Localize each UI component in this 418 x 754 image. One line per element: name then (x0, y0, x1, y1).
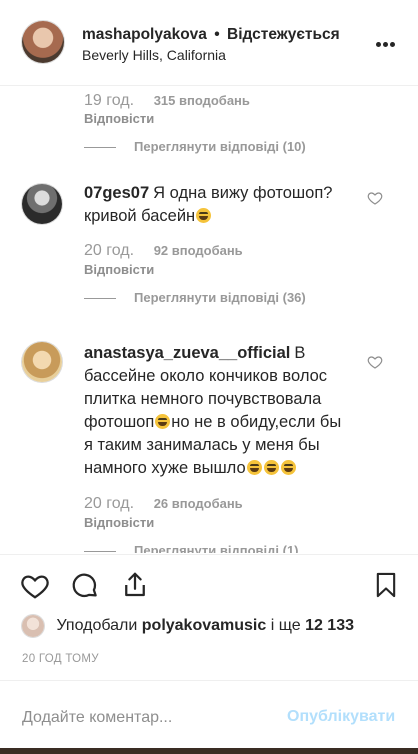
likes-count-button[interactable]: 12 133 (305, 617, 354, 634)
heart-icon[interactable] (20, 571, 50, 601)
commenter-avatar[interactable] (22, 184, 62, 224)
author-avatar[interactable] (22, 21, 64, 63)
view-replies-button[interactable]: Переглянути відповіді (36) (84, 290, 306, 305)
divider-line (84, 298, 116, 300)
comment-likes[interactable]: 26 вподобань (154, 496, 243, 511)
comment-meta: 19 год. 315 вподобань (84, 92, 250, 110)
next-post-edge (0, 748, 418, 754)
comment-input[interactable] (22, 699, 272, 737)
view-replies-label: Переглянути відповіді (36) (134, 290, 306, 305)
comment-body: Я одна вижу фотошоп? (153, 184, 333, 202)
like-comment-heart-icon[interactable] (367, 190, 383, 206)
divider-line (84, 147, 116, 149)
comments-list[interactable]: 19 год. 315 вподобань Відповісти Перегля… (0, 87, 418, 553)
comment-meta: 20 год. 26 вподобань (84, 495, 243, 513)
commenter-username[interactable]: anastasya_zueva__official (84, 344, 290, 362)
more-horizontal-icon[interactable] (376, 34, 400, 50)
view-replies-button[interactable]: Переглянути відповіді (1) (84, 543, 299, 553)
share-icon[interactable] (120, 570, 150, 600)
grinning-emoji-icon (155, 414, 171, 429)
liker-avatar[interactable] (22, 615, 44, 637)
comment-body-cont: кривой басейн (84, 207, 196, 225)
reply-button[interactable]: Відповісти (84, 515, 154, 530)
comment-time[interactable]: 19 год. (84, 92, 134, 109)
comment-likes[interactable]: 92 вподобань (154, 243, 243, 258)
post-location[interactable]: Beverly Hills, California (82, 47, 226, 63)
like-comment-heart-icon[interactable] (367, 354, 383, 370)
comment-time[interactable]: 20 год. (84, 495, 134, 512)
bookmark-icon[interactable] (372, 570, 400, 600)
commenter-username[interactable]: 07ges07 (84, 184, 149, 202)
divider-line (84, 551, 116, 553)
view-replies-label: Переглянути відповіді (10) (134, 139, 306, 154)
comment-text: 07ges07 Я одна вижу фотошоп? кривой басей… (84, 182, 348, 228)
separator-dot: • (214, 26, 220, 43)
post-timestamp[interactable]: 20 ГОД ТОМУ (22, 653, 99, 665)
liked-by-middle: і ще (270, 617, 301, 634)
grinning-emoji-icon (280, 460, 296, 475)
grinning-emoji-icon (246, 460, 262, 475)
follow-status-button[interactable]: Відстежується (227, 26, 340, 43)
view-replies-label: Переглянути відповіді (1) (134, 543, 299, 553)
author-username[interactable]: mashapolyakova (82, 26, 207, 43)
grinning-emoji-icon (196, 208, 212, 223)
liked-by-prefix: Уподобали (56, 617, 138, 634)
comment-item: 07ges07 Я одна вижу фотошоп? кривой басей… (0, 182, 418, 322)
post-header: mashapolyakova • Відстежується Beverly H… (0, 0, 418, 86)
comment-meta: 20 год. 92 вподобань (84, 242, 243, 260)
publish-button[interactable]: Опублікувати (287, 708, 395, 726)
author-line: mashapolyakova • Відстежується (82, 26, 340, 44)
commenter-avatar[interactable] (22, 342, 62, 382)
add-comment-bar: Опублікувати (0, 680, 418, 754)
comment-time[interactable]: 20 год. (84, 242, 134, 259)
grinning-emoji-icon (263, 460, 279, 475)
comment-icon[interactable] (70, 571, 100, 601)
comment-text: anastasya_zueva__official В бассейне окол… (84, 342, 348, 480)
reply-button[interactable]: Відповісти (84, 262, 154, 277)
post-actions: Уподобали polyakovamusic і ще 12 133 20 … (0, 554, 418, 754)
liked-by-row: Уподобали polyakovamusic і ще 12 133 (22, 615, 354, 637)
comment-item: anastasya_zueva__official В бассейне окол… (0, 342, 418, 553)
reply-button[interactable]: Відповісти (84, 111, 154, 126)
comment-likes[interactable]: 315 вподобань (154, 93, 250, 108)
liked-by-user[interactable]: polyakovamusic (142, 617, 267, 634)
view-replies-button[interactable]: Переглянути відповіді (10) (84, 139, 306, 154)
